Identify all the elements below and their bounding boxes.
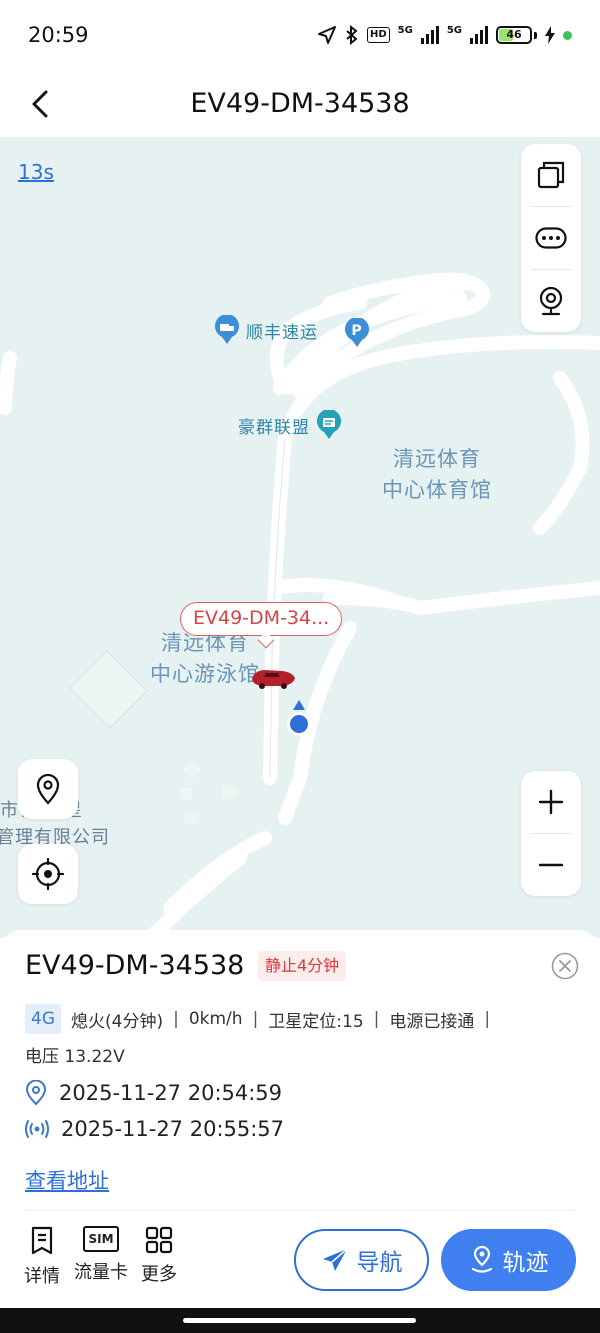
layers-icon <box>537 161 565 189</box>
parking-icon: P <box>345 318 369 347</box>
sim-card-button[interactable]: SIM 流量卡 <box>74 1226 128 1284</box>
network-5g-label: 5G <box>397 25 413 36</box>
status-badge: 静止4分钟 <box>258 951 347 981</box>
vehicle-status-row: 4G 熄火(4分钟) | 0km/h | 卫星定位:15 | 电源已接通 | <box>25 1004 500 1034</box>
privacy-indicator-dot <box>563 30 572 40</box>
poi-shunfeng-label: 顺丰速运 <box>246 322 318 343</box>
close-icon[interactable] <box>551 952 579 980</box>
ignition-status: 熄火(4分钟) <box>71 1011 164 1032</box>
camera-button[interactable] <box>521 270 581 332</box>
poi-shunfeng[interactable]: 顺丰速运 <box>214 315 318 345</box>
crosshair-icon <box>31 857 65 891</box>
signal-time: 2025-11-27 20:55:57 <box>61 1117 285 1141</box>
poi-parking[interactable]: P <box>344 318 370 348</box>
view-address-link[interactable]: 查看地址 <box>25 1165 109 1195</box>
gps-time: 2025-11-27 20:54:59 <box>59 1081 283 1105</box>
hd-icon: HD <box>366 27 390 43</box>
grid-icon <box>145 1226 173 1254</box>
location-arrow-icon <box>317 26 336 44</box>
separator: | <box>252 1009 259 1029</box>
vehicle-label-bubble[interactable]: EV49-DM-34... <box>180 602 343 636</box>
signal-broadcast-icon <box>25 1120 49 1138</box>
page-title: EV49-DM-34538 <box>190 88 410 119</box>
plus-icon <box>538 789 564 815</box>
home-indicator[interactable] <box>183 1318 416 1323</box>
vehicle-name: EV49-DM-34538 <box>25 950 245 981</box>
network-5g-label-2: 5G <box>446 25 462 36</box>
satellite-count: 卫星定位:15 <box>268 1011 364 1032</box>
voltage-value: 电压 13.22V <box>25 1047 125 1067</box>
shop-icon <box>317 410 341 439</box>
sim-icon: SIM <box>83 1226 119 1252</box>
layers-button[interactable] <box>521 144 581 206</box>
signal-time-row: 2025-11-27 20:55:57 <box>25 1117 284 1141</box>
map-tools-panel <box>521 144 581 332</box>
paper-plane-icon <box>322 1248 347 1271</box>
poi-haoqun-label: 豪群联盟 <box>238 417 310 438</box>
power-status: 电源已接通 <box>389 1011 475 1032</box>
bluetooth-icon <box>346 25 358 45</box>
header: EV49-DM-34538 <box>0 70 600 138</box>
navigate-button[interactable]: 导航 <box>294 1229 429 1291</box>
refresh-timer[interactable]: 13s <box>18 160 54 184</box>
more-button[interactable]: 更多 <box>141 1226 177 1286</box>
car-marker-icon[interactable] <box>248 665 298 691</box>
track-pin-icon <box>471 1245 492 1273</box>
location-pin-icon <box>25 1080 47 1106</box>
status-time: 20:59 <box>28 23 89 47</box>
signal-icon-2 <box>470 26 488 44</box>
status-icons: HD 5G 5G 46 <box>317 25 572 45</box>
vehicle-info-sheet: EV49-DM-34538 静止4分钟 4G 熄火(4分钟) | 0km/h |… <box>0 930 600 1333</box>
zoom-in-button[interactable] <box>521 771 581 833</box>
more-label: 更多 <box>141 1264 177 1285</box>
label-stadium: 清远体育 中心体育馆 <box>382 447 492 502</box>
poi-haoqun[interactable]: 豪群联盟 <box>238 410 342 440</box>
signal-icon <box>420 26 439 44</box>
label-swimming-pool: 清远体育 中心游泳馆 <box>150 631 260 686</box>
svg-text:P: P <box>351 323 362 339</box>
navigate-label: 导航 <box>356 1250 403 1276</box>
map-roads <box>0 272 600 938</box>
details-button[interactable]: 详情 <box>24 1226 60 1288</box>
more-options-button[interactable] <box>521 207 581 269</box>
more-dots-icon <box>535 227 567 249</box>
current-location-icon <box>287 700 311 736</box>
back-button[interactable] <box>18 82 62 126</box>
sim-card-label: 流量卡 <box>74 1262 128 1283</box>
divider <box>25 1210 575 1211</box>
battery-icon: 46 <box>496 26 532 44</box>
webcam-icon <box>539 286 563 316</box>
track-button[interactable]: 轨迹 <box>441 1229 576 1291</box>
details-label: 详情 <box>24 1266 60 1287</box>
separator: | <box>373 1009 380 1029</box>
gps-time-row: 2025-11-27 20:54:59 <box>25 1080 282 1106</box>
zoom-out-button[interactable] <box>521 834 581 896</box>
map-pin-icon <box>36 773 60 805</box>
delivery-truck-icon <box>215 315 239 344</box>
battery-tip <box>534 31 537 39</box>
zoom-controls <box>521 771 581 896</box>
my-location-button[interactable] <box>18 844 78 904</box>
map-view[interactable]: 13s 顺丰速运 P 豪群联盟 清远体育 中心体育馆 清远体育 中心游泳馆 市钦… <box>0 138 600 938</box>
chevron-left-icon <box>32 90 48 118</box>
document-icon <box>31 1226 53 1255</box>
charging-icon <box>545 26 555 44</box>
track-label: 轨迹 <box>502 1250 549 1276</box>
network-tag: 4G <box>25 1004 61 1034</box>
minus-icon <box>538 863 564 867</box>
status-bar: 20:59 HD 5G 5G 46 <box>0 0 600 70</box>
separator: | <box>173 1009 179 1029</box>
vehicle-location-button[interactable] <box>18 759 78 819</box>
speed-value: 0km/h <box>188 1009 243 1029</box>
separator: | <box>484 1009 491 1029</box>
